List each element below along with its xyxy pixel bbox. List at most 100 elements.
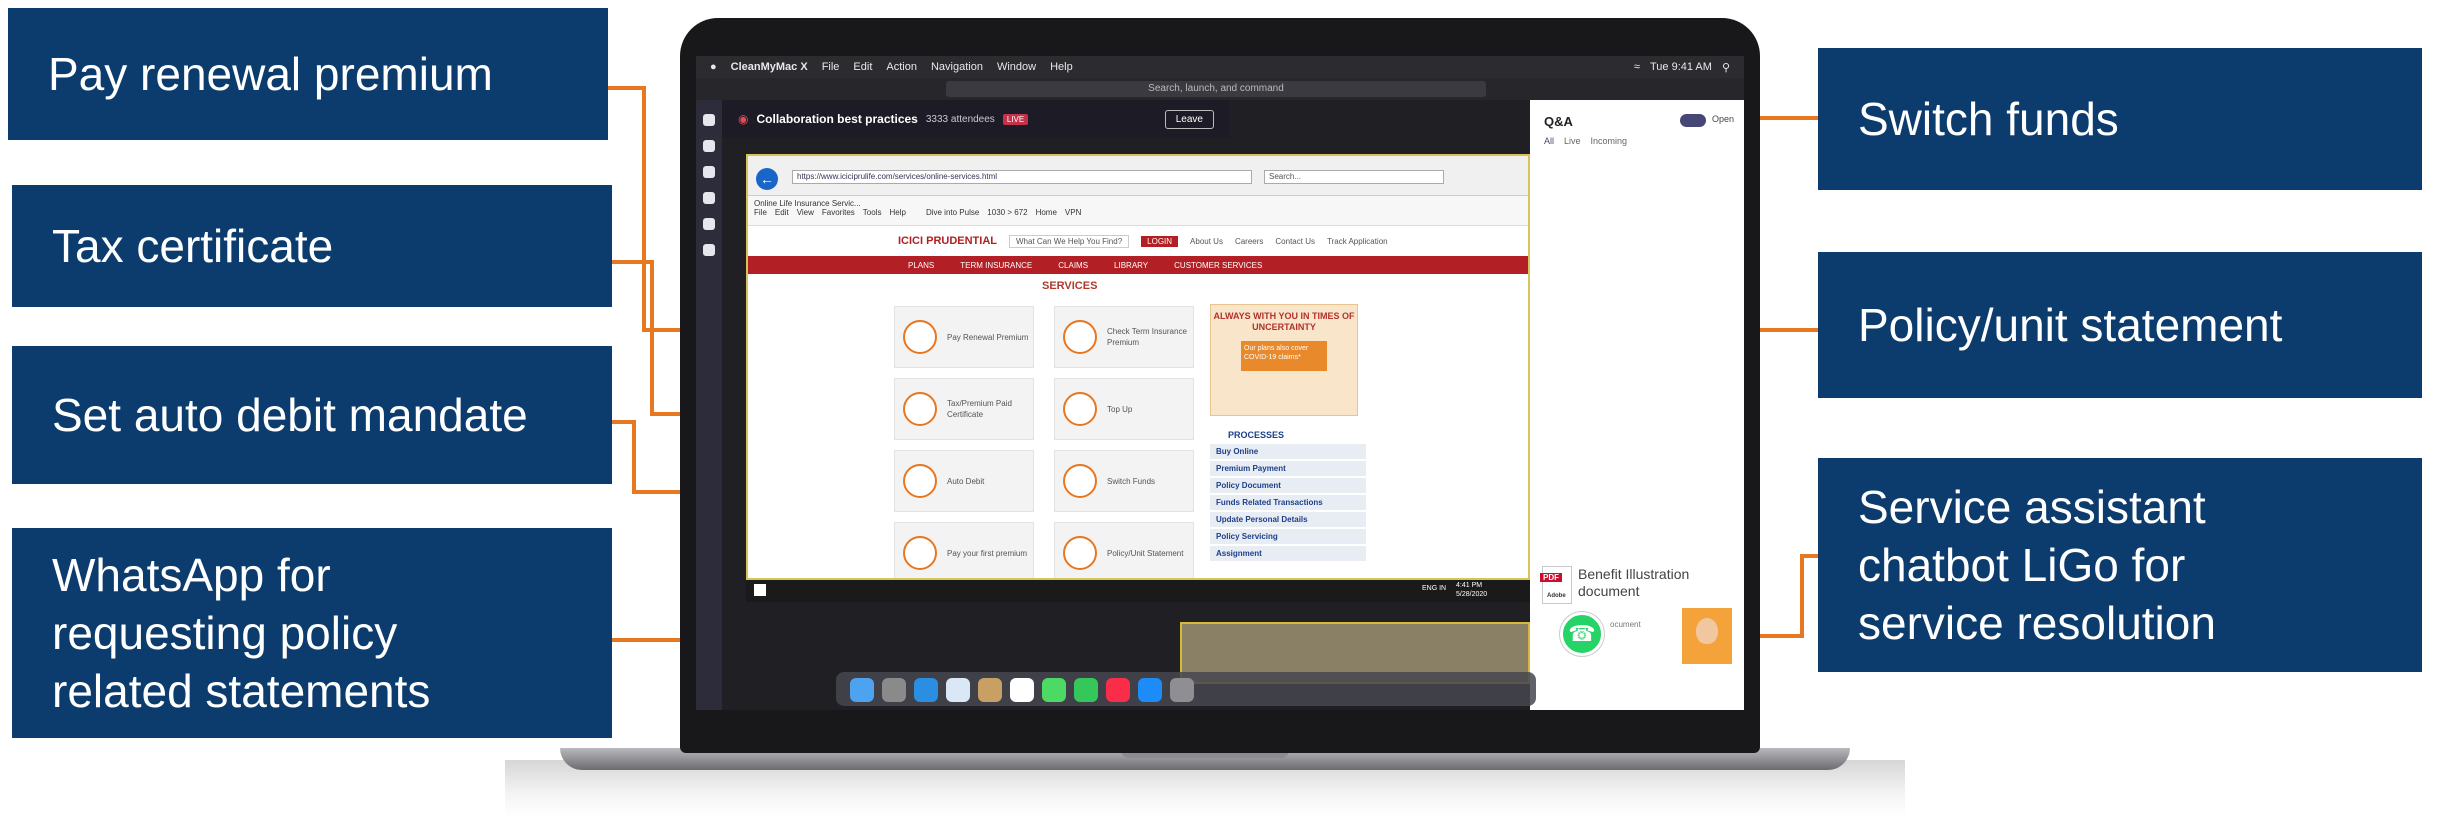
icici-link-track[interactable]: Track Application xyxy=(1327,237,1388,246)
service-check-term[interactable]: Check Term Insurance Premium xyxy=(1054,306,1194,368)
browser-menu-help[interactable]: Help xyxy=(889,208,905,217)
menubar-help[interactable]: Help xyxy=(1050,61,1073,73)
pdf-document-card[interactable]: PDF Adobe Benefit Illustration document xyxy=(1538,560,1734,608)
ligo-chatbot-avatar[interactable] xyxy=(1682,608,1732,664)
process-policy-document[interactable]: Policy Document xyxy=(1210,478,1366,494)
pdf-title: Benefit Illustration document xyxy=(1578,566,1690,599)
bookmark-dive[interactable]: Dive into Pulse xyxy=(926,208,979,217)
icici-login-button[interactable]: LOGIN xyxy=(1141,235,1179,247)
service-top-up[interactable]: Top Up xyxy=(1054,378,1194,440)
nav-customer-services[interactable]: CUSTOMER SERVICES xyxy=(1174,261,1262,270)
browser-menu-edit[interactable]: Edit xyxy=(775,208,789,217)
browser-tab[interactable]: Online Life Insurance Servic... xyxy=(754,199,1526,208)
appstore-icon[interactable] xyxy=(1138,678,1162,702)
wifi-icon[interactable]: ≈ xyxy=(1634,61,1640,74)
laptop-screen: ● CleanMyMac X File Edit Action Navigati… xyxy=(696,56,1744,710)
calendar-icon[interactable] xyxy=(1010,678,1034,702)
teams-search-input[interactable]: Search, launch, and command xyxy=(946,81,1486,97)
process-update-details[interactable]: Update Personal Details xyxy=(1210,512,1366,528)
covid-promo-banner[interactable]: ALWAYS WITH YOU IN TIMES OF UNCERTAINTY … xyxy=(1210,304,1358,416)
service-auto-debit[interactable]: Auto Debit xyxy=(894,450,1034,512)
menubar-app-name[interactable]: CleanMyMac X xyxy=(731,61,808,73)
service-label: Switch Funds xyxy=(1107,476,1156,486)
apple-icon[interactable]: ● xyxy=(710,61,717,73)
menubar-navigation[interactable]: Navigation xyxy=(931,61,983,73)
qa-title: Q&A xyxy=(1544,114,1573,129)
qa-tab-live[interactable]: Live xyxy=(1564,136,1581,146)
service-label: Check Term Insurance Premium xyxy=(1107,327,1187,347)
icici-logo[interactable]: ICICI PRUDENTIAL xyxy=(898,235,997,247)
menubar-clock[interactable]: Tue 9:41 AM xyxy=(1650,61,1712,74)
windows-start-icon[interactable] xyxy=(754,584,766,596)
auto-debit-icon xyxy=(903,464,937,498)
qa-tab-incoming[interactable]: Incoming xyxy=(1591,136,1628,146)
back-arrow-icon[interactable]: ← xyxy=(756,168,778,190)
service-label: Policy/Unit Statement xyxy=(1107,548,1184,558)
search-icon[interactable]: ⚲ xyxy=(1722,61,1730,74)
whatsapp-icon[interactable]: ☎ xyxy=(1560,612,1604,656)
icici-help-search[interactable]: What Can We Help You Find? xyxy=(1009,234,1130,248)
service-policy-unit-statement[interactable]: Policy/Unit Statement xyxy=(1054,522,1194,578)
process-funds-transactions[interactable]: Funds Related Transactions xyxy=(1210,495,1366,511)
browser-menu-view[interactable]: View xyxy=(797,208,814,217)
service-first-premium[interactable]: Pay your first premium xyxy=(894,522,1034,578)
nav-term[interactable]: TERM INSURANCE xyxy=(960,261,1032,270)
taskbar-lang[interactable]: ENG IN xyxy=(1422,585,1446,592)
qa-tab-all[interactable]: All xyxy=(1544,136,1554,146)
bookmark-home[interactable]: Home xyxy=(1036,208,1057,217)
menubar-window[interactable]: Window xyxy=(997,61,1036,73)
adobe-label: Adobe xyxy=(1547,593,1566,599)
leave-button[interactable]: Leave xyxy=(1164,109,1214,129)
notes-icon[interactable] xyxy=(978,678,1002,702)
teams-app-rail xyxy=(696,100,722,710)
music-icon[interactable] xyxy=(1106,678,1130,702)
settings-icon[interactable] xyxy=(1170,678,1194,702)
finder-icon[interactable] xyxy=(850,678,874,702)
browser-menu-file[interactable]: File xyxy=(754,208,767,217)
icici-link-contact[interactable]: Contact Us xyxy=(1275,237,1315,246)
process-buy-online[interactable]: Buy Online xyxy=(1210,444,1366,460)
meetings-icon[interactable] xyxy=(703,192,715,204)
process-policy-servicing[interactable]: Policy Servicing xyxy=(1210,529,1366,545)
calls-icon[interactable] xyxy=(703,218,715,230)
process-premium-payment[interactable]: Premium Payment xyxy=(1210,461,1366,477)
taskbar-time[interactable]: 4:41 PM xyxy=(1456,582,1482,589)
process-assignment[interactable]: Assignment xyxy=(1210,546,1366,562)
callout-switch-funds: Switch funds xyxy=(1818,48,2422,190)
menubar-action[interactable]: Action xyxy=(886,61,917,73)
service-tax-certificate[interactable]: Tax/Premium Paid Certificate xyxy=(894,378,1034,440)
service-switch-funds[interactable]: Switch Funds xyxy=(1054,450,1194,512)
nav-library[interactable]: LIBRARY xyxy=(1114,261,1148,270)
callout-tax-certificate: Tax certificate xyxy=(12,185,612,307)
files-icon[interactable] xyxy=(703,244,715,256)
service-pay-renewal[interactable]: Pay Renewal Premium xyxy=(894,306,1034,368)
qa-open-toggle[interactable] xyxy=(1680,114,1706,127)
icici-link-careers[interactable]: Careers xyxy=(1235,237,1263,246)
mail-icon[interactable] xyxy=(946,678,970,702)
chat-icon[interactable] xyxy=(703,140,715,152)
browser-menu-favorites[interactable]: Favorites xyxy=(822,208,855,217)
taskbar-date[interactable]: 5/28/2020 xyxy=(1456,591,1487,598)
pay-renewal-icon xyxy=(903,320,937,354)
address-bar[interactable]: https://www.iciciprulife.com/services/on… xyxy=(792,170,1252,184)
icici-link-about[interactable]: About Us xyxy=(1190,237,1223,246)
service-label: Top Up xyxy=(1107,404,1133,414)
teams-icon[interactable] xyxy=(703,166,715,178)
shared-browser-window: ← https://www.iciciprulife.com/services/… xyxy=(746,154,1530,580)
nav-plans[interactable]: PLANS xyxy=(908,261,934,270)
launchpad-icon[interactable] xyxy=(882,678,906,702)
facetime-icon[interactable] xyxy=(1074,678,1098,702)
callout-whatsapp: WhatsApp for requesting policy related s… xyxy=(12,528,612,738)
menubar-edit[interactable]: Edit xyxy=(853,61,872,73)
safari-icon[interactable] xyxy=(914,678,938,702)
processes-title: PROCESSES xyxy=(1228,430,1285,440)
callout-chatbot: Service assistant chatbot LiGo for servi… xyxy=(1818,458,2422,672)
browser-search-input[interactable]: Search... xyxy=(1264,170,1444,184)
messages-icon[interactable] xyxy=(1042,678,1066,702)
activity-icon[interactable] xyxy=(703,114,715,126)
bookmark-vpn[interactable]: VPN xyxy=(1065,208,1081,217)
bookmark-1030[interactable]: 1030 > 672 xyxy=(987,208,1027,217)
nav-claims[interactable]: CLAIMS xyxy=(1058,261,1088,270)
browser-menu-tools[interactable]: Tools xyxy=(863,208,882,217)
menubar-file[interactable]: File xyxy=(822,61,840,73)
